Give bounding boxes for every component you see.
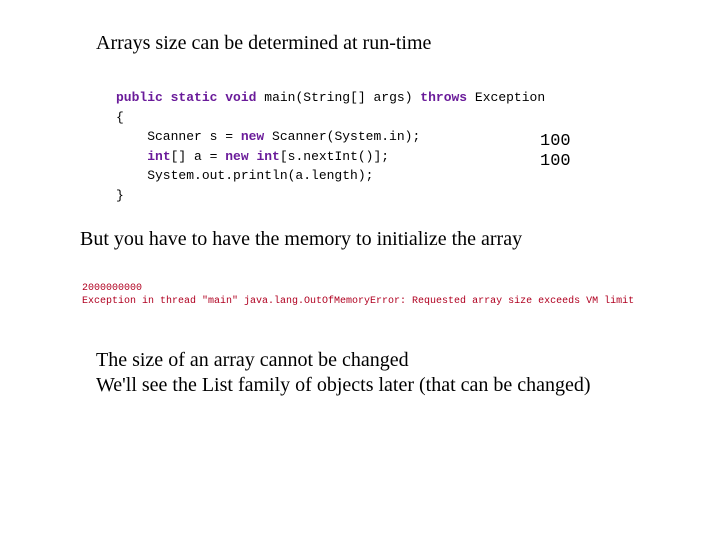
kw-int: int (147, 149, 170, 164)
output-line: 100 (540, 152, 571, 171)
code-text: [s.nextInt()]; (280, 149, 389, 164)
kw-void: void (225, 90, 256, 105)
kw-new: new (225, 149, 248, 164)
error-message: Exception in thread "main" java.lang.Out… (82, 296, 634, 307)
code-text: Scanner s = (116, 129, 241, 144)
error-input-value: 2000000000 (82, 283, 142, 294)
heading-runtime-size: Arrays size can be determined at run-tim… (96, 32, 431, 55)
para-line: We'll see the List family of objects lat… (96, 374, 591, 396)
para-line: The size of an array cannot be changed (96, 349, 409, 371)
kw-static: static (171, 90, 218, 105)
code-text: [] a = (171, 149, 226, 164)
kw-int: int (256, 149, 279, 164)
code-brace-close: } (116, 188, 124, 203)
closing-paragraph: The size of an array cannot be changed We… (96, 348, 591, 398)
output-block: 100 100 (540, 132, 571, 171)
code-text: Exception (467, 90, 545, 105)
code-text (116, 149, 147, 164)
output-line: 100 (540, 132, 571, 151)
slide: Arrays size can be determined at run-tim… (0, 0, 720, 540)
heading-memory-needed: But you have to have the memory to initi… (80, 228, 522, 251)
code-text: main(String[] args) (256, 90, 420, 105)
code-text: System.out.println(a.length); (116, 168, 373, 183)
kw-public: public (116, 90, 163, 105)
kw-new: new (241, 129, 264, 144)
code-example-1: public static void main(String[] args) t… (116, 88, 545, 205)
kw-throws: throws (420, 90, 467, 105)
code-text: Scanner(System.in); (264, 129, 420, 144)
error-output: 2000000000 Exception in thread "main" ja… (82, 282, 634, 308)
code-brace-open: { (116, 110, 124, 125)
